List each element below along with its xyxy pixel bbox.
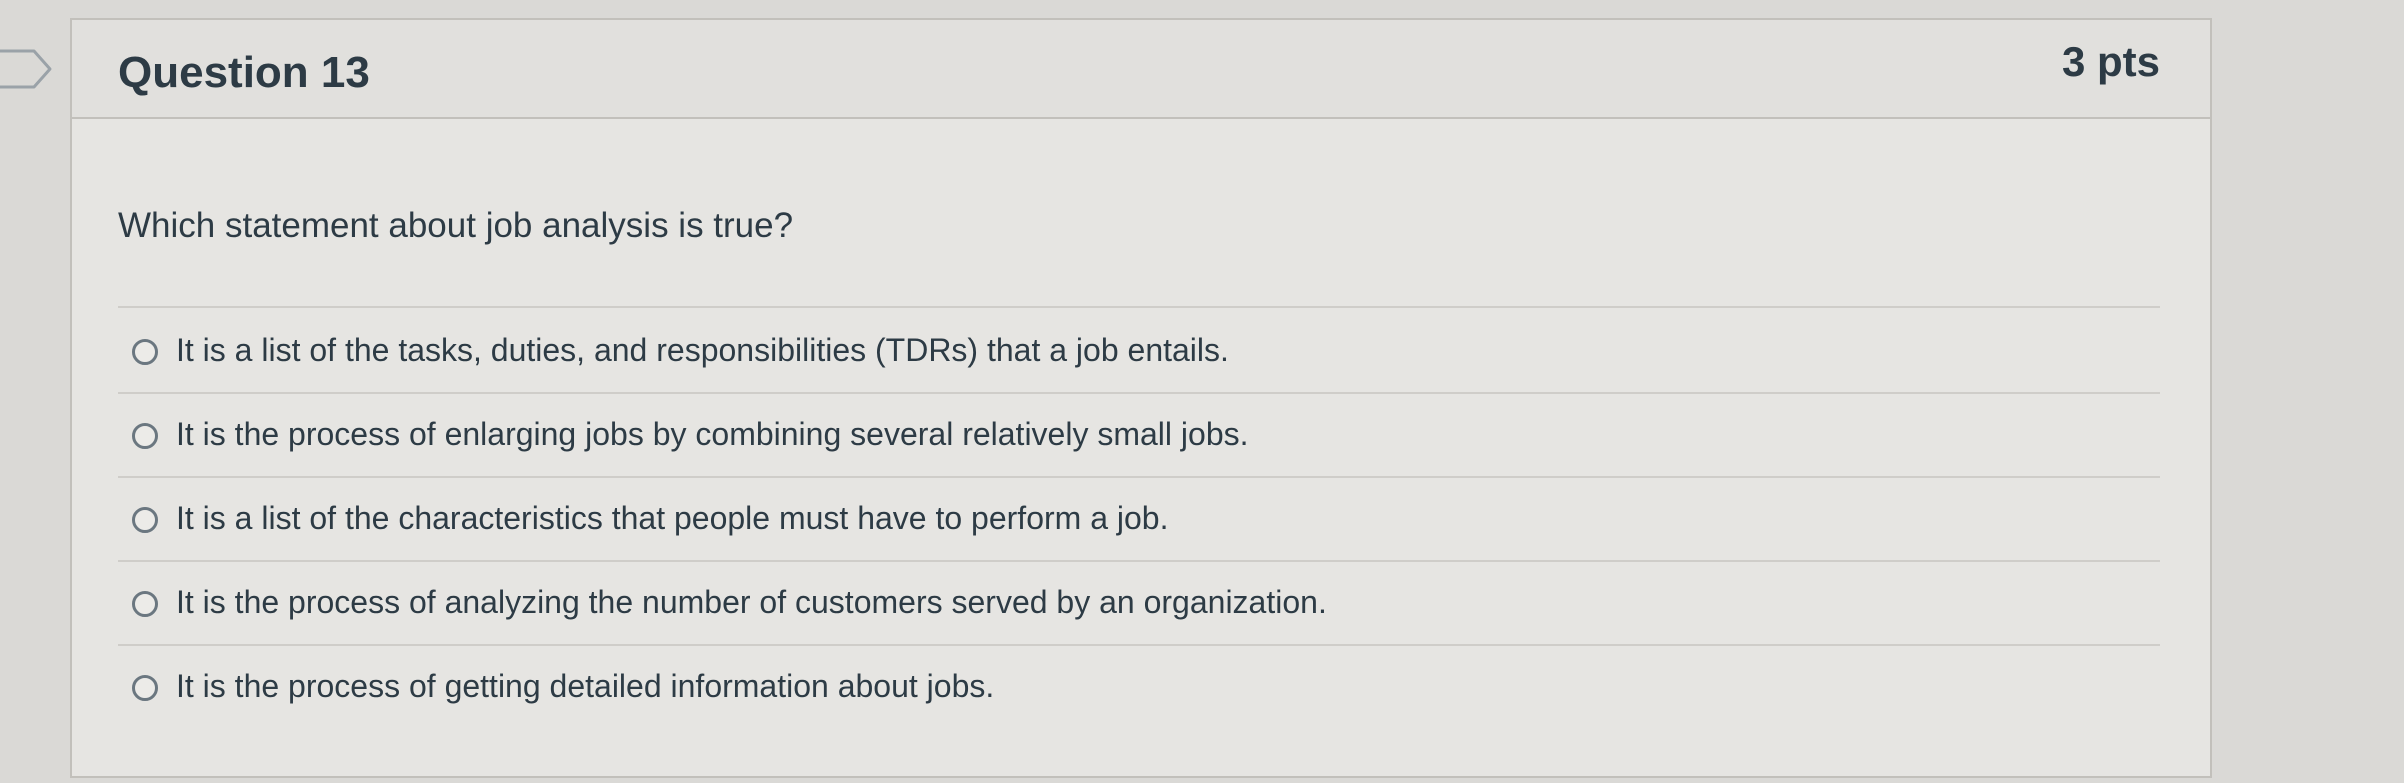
question-title: Question 13 [118,48,370,97]
answer-option[interactable]: It is the process of analyzing the numbe… [118,562,2160,646]
answer-option[interactable]: It is the process of enlarging jobs by c… [118,394,2160,478]
answer-label[interactable]: It is a list of the characteristics that… [176,500,1168,537]
answer-option[interactable]: It is a list of the tasks, duties, and r… [118,310,2160,394]
question-points: 3 pts [2061,38,2160,85]
answer-label[interactable]: It is the process of analyzing the numbe… [176,584,1327,621]
answer-list: It is a list of the tasks, duties, and r… [118,310,2160,730]
radio-button[interactable] [132,339,158,365]
answer-option[interactable]: It is a list of the characteristics that… [118,478,2160,562]
answer-option[interactable]: It is the process of getting detailed in… [118,646,2160,730]
answer-label[interactable]: It is the process of getting detailed in… [176,668,994,705]
radio-button[interactable] [132,423,158,449]
answer-label[interactable]: It is a list of the tasks, duties, and r… [176,332,1229,369]
radio-button[interactable] [132,507,158,533]
question-text: Which statement about job analysis is tr… [118,206,794,245]
flag-question-icon[interactable] [0,48,54,90]
answer-label[interactable]: It is the process of enlarging jobs by c… [176,416,1249,453]
question-card: Question 13 3 pts Which statement about … [70,18,2212,778]
radio-button[interactable] [132,675,158,701]
question-header: Question 13 3 pts [72,20,2210,119]
question-divider [118,306,2160,308]
radio-button[interactable] [132,591,158,617]
